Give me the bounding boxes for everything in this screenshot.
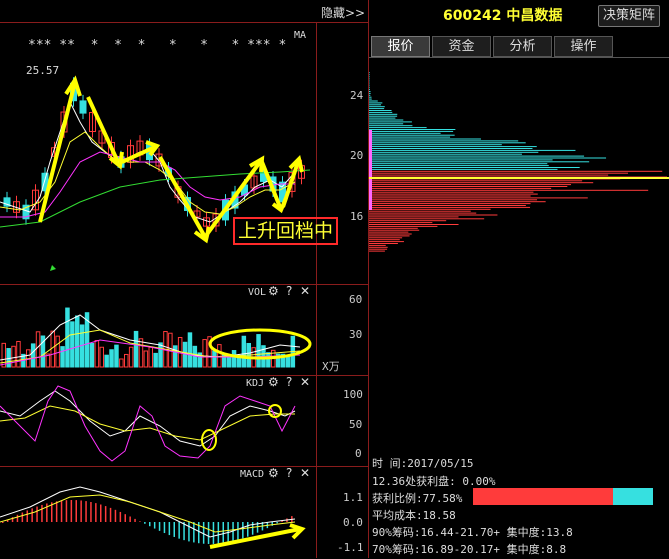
candle [79, 100, 87, 114]
macd-axis-mid: 0.0 [343, 516, 363, 529]
info-chip70: 70%筹码:16.89-20.17+ 集中度:8.8 [372, 543, 567, 556]
profit-ratio-fill [473, 488, 613, 505]
macd-chart [0, 486, 306, 549]
tab-funds[interactable]: 资金 [432, 36, 491, 57]
hide-panel-button[interactable]: 隐藏>> [321, 4, 365, 21]
chip-axis-20: 20 [350, 149, 364, 162]
kdj-axis-mid: 50 [349, 418, 363, 431]
tab-analysis[interactable]: 分析 [493, 36, 552, 57]
vol-axis-top: 60 [349, 293, 363, 306]
stock-code: 600242 [443, 8, 502, 24]
info-profit-disk: 12.36处获利盘: 0.00% [372, 475, 496, 488]
kdj-axis-bottom: 0 [355, 447, 362, 460]
price-axis-divider [316, 22, 317, 558]
chip-marker [369, 130, 372, 210]
profit-ratio-bar [473, 488, 653, 505]
trend-annotation: 上升回档中 [233, 217, 339, 245]
volume-chart [0, 307, 312, 368]
decision-matrix-button[interactable]: 决策矩阵 [598, 5, 661, 27]
tab-underline [369, 57, 669, 58]
info-time: 时 间:2017/05/15 [372, 457, 474, 470]
macd-axis-bottom: -1.1 [337, 541, 364, 554]
chip-axis-16: 16 [350, 210, 364, 223]
info-profit-ratio: 获利比例:77.58% [372, 492, 463, 505]
kdj-chart [0, 385, 296, 462]
info-avg-cost: 平均成本:18.58 [372, 509, 456, 522]
chip-distribution [369, 72, 669, 252]
stock-title: 600242 中昌数据 [443, 5, 562, 25]
stock-name: 中昌数据 [506, 8, 563, 24]
chip-axis-24: 24 [350, 89, 364, 102]
tab-quote[interactable]: 报价 [371, 36, 430, 57]
vol-axis-unit: X万 [322, 360, 340, 373]
tab-operation[interactable]: 操作 [554, 36, 613, 57]
macd-axis-top: 1.1 [343, 491, 363, 504]
kdj-axis-top: 100 [343, 388, 363, 401]
trend-arrows [38, 75, 304, 244]
info-chip90: 90%筹码:16.44-21.70+ 集中度:13.8 [372, 526, 573, 539]
vol-axis-mid: 30 [349, 328, 363, 341]
buy-marker [50, 265, 56, 271]
chip-bars [369, 72, 667, 252]
